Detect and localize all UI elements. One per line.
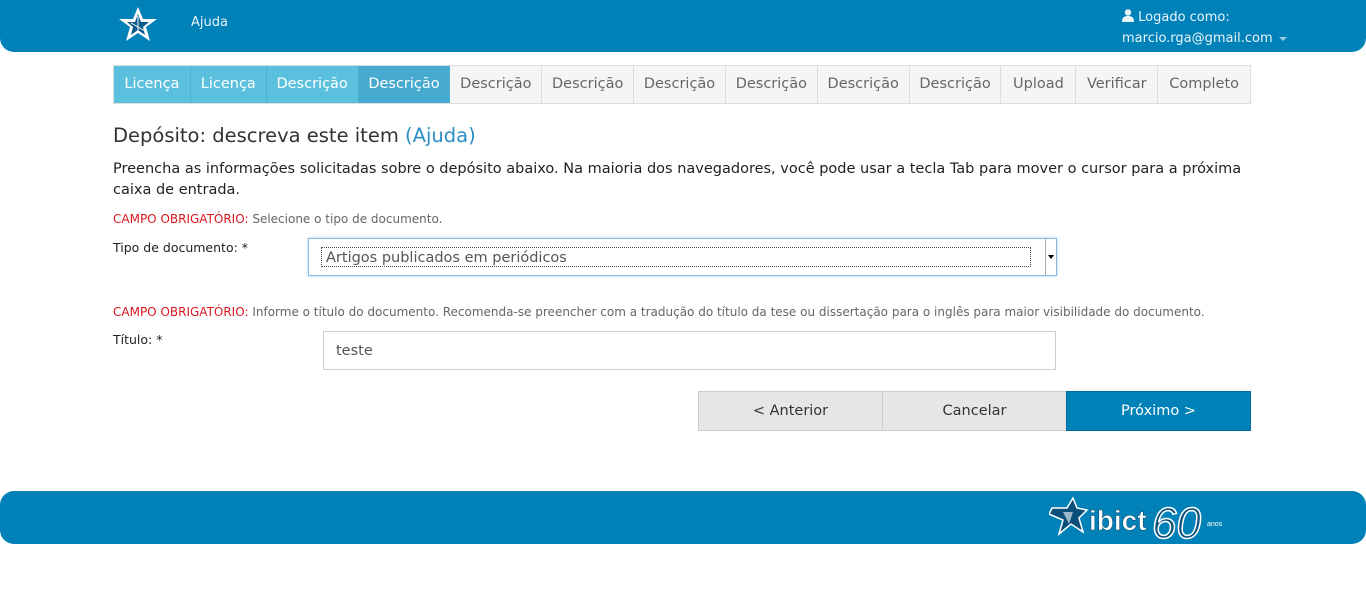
dropdown-arrow-icon[interactable] — [1045, 239, 1056, 275]
cancel-button[interactable]: Cancelar — [882, 391, 1067, 431]
title-hint: CAMPO OBRIGATÓRIO: Informe o título do d… — [113, 305, 1205, 319]
footer: ibict 60 anos — [0, 491, 1366, 544]
step-licenca-1[interactable]: Licença — [114, 66, 191, 103]
step-verificar: Verificar — [1076, 66, 1159, 103]
page-title-text: Depósito: descreva este item — [113, 124, 399, 147]
doc-type-hint-text: Selecione o tipo de documento. — [252, 212, 443, 226]
step-descricao-4: Descrição — [542, 66, 635, 103]
previous-button[interactable]: < Anterior — [698, 391, 883, 431]
chevron-down-icon[interactable] — [1278, 36, 1287, 41]
title-hint-text: Informe o título do documento. Recomenda… — [252, 305, 1205, 319]
step-descricao-7: Descrição — [817, 66, 910, 103]
user-icon — [1122, 9, 1134, 22]
doc-type-select[interactable]: Artigos publicados em periódicos — [308, 238, 1057, 276]
help-link-title[interactable]: (Ajuda) — [405, 124, 476, 147]
logo-anos: anos — [1207, 521, 1223, 528]
step-descricao-2[interactable]: Descrição — [358, 66, 451, 103]
step-descricao-1[interactable]: Descrição — [266, 66, 359, 103]
step-descricao-3: Descrição — [450, 66, 543, 103]
required-tag: CAMPO OBRIGATÓRIO: — [113, 305, 249, 319]
step-descricao-8: Descrição — [909, 66, 1002, 103]
user-menu[interactable]: Logado como: marcio.rga@gmail.com — [1122, 7, 1287, 49]
page-title: Depósito: descreva este item (Ajuda) — [113, 124, 476, 147]
step-licenca-2[interactable]: Licença — [190, 66, 267, 103]
step-completo: Completo — [1158, 66, 1251, 103]
step-descricao-5: Descrição — [634, 66, 726, 103]
required-tag: CAMPO OBRIGATÓRIO: — [113, 212, 249, 226]
next-button[interactable]: Próximo > — [1066, 391, 1251, 431]
doc-type-selected-value[interactable]: Artigos publicados em periódicos — [321, 247, 1031, 267]
logo-anniversary: 60 — [1152, 499, 1201, 542]
ibict-star-logo-icon[interactable] — [117, 6, 159, 44]
help-link[interactable]: Ajuda — [191, 15, 228, 30]
doc-type-label: Tipo de documento: * — [113, 240, 249, 255]
ibict-star-icon — [1049, 496, 1089, 537]
title-label: Título: * — [113, 332, 163, 347]
user-email[interactable]: marcio.rga@gmail.com — [1122, 31, 1273, 46]
step-descricao-6: Descrição — [725, 66, 818, 103]
title-input[interactable] — [323, 331, 1056, 370]
logged-as-label: Logado como: — [1138, 10, 1230, 25]
step-upload: Upload — [1001, 66, 1077, 103]
logo-text: ibict — [1089, 505, 1147, 536]
intro-text: Preencha as informações solicitadas sobr… — [113, 161, 1242, 198]
ibict-60-anos-logo: ibict 60 anos — [1049, 496, 1223, 542]
doc-type-hint: CAMPO OBRIGATÓRIO: Selecione o tipo de d… — [113, 212, 442, 226]
submission-progress-steps: Licença Licença Descrição Descrição Desc… — [113, 65, 1251, 104]
top-header: Ajuda Logado como: marcio.rga@gmail.com — [0, 0, 1366, 52]
